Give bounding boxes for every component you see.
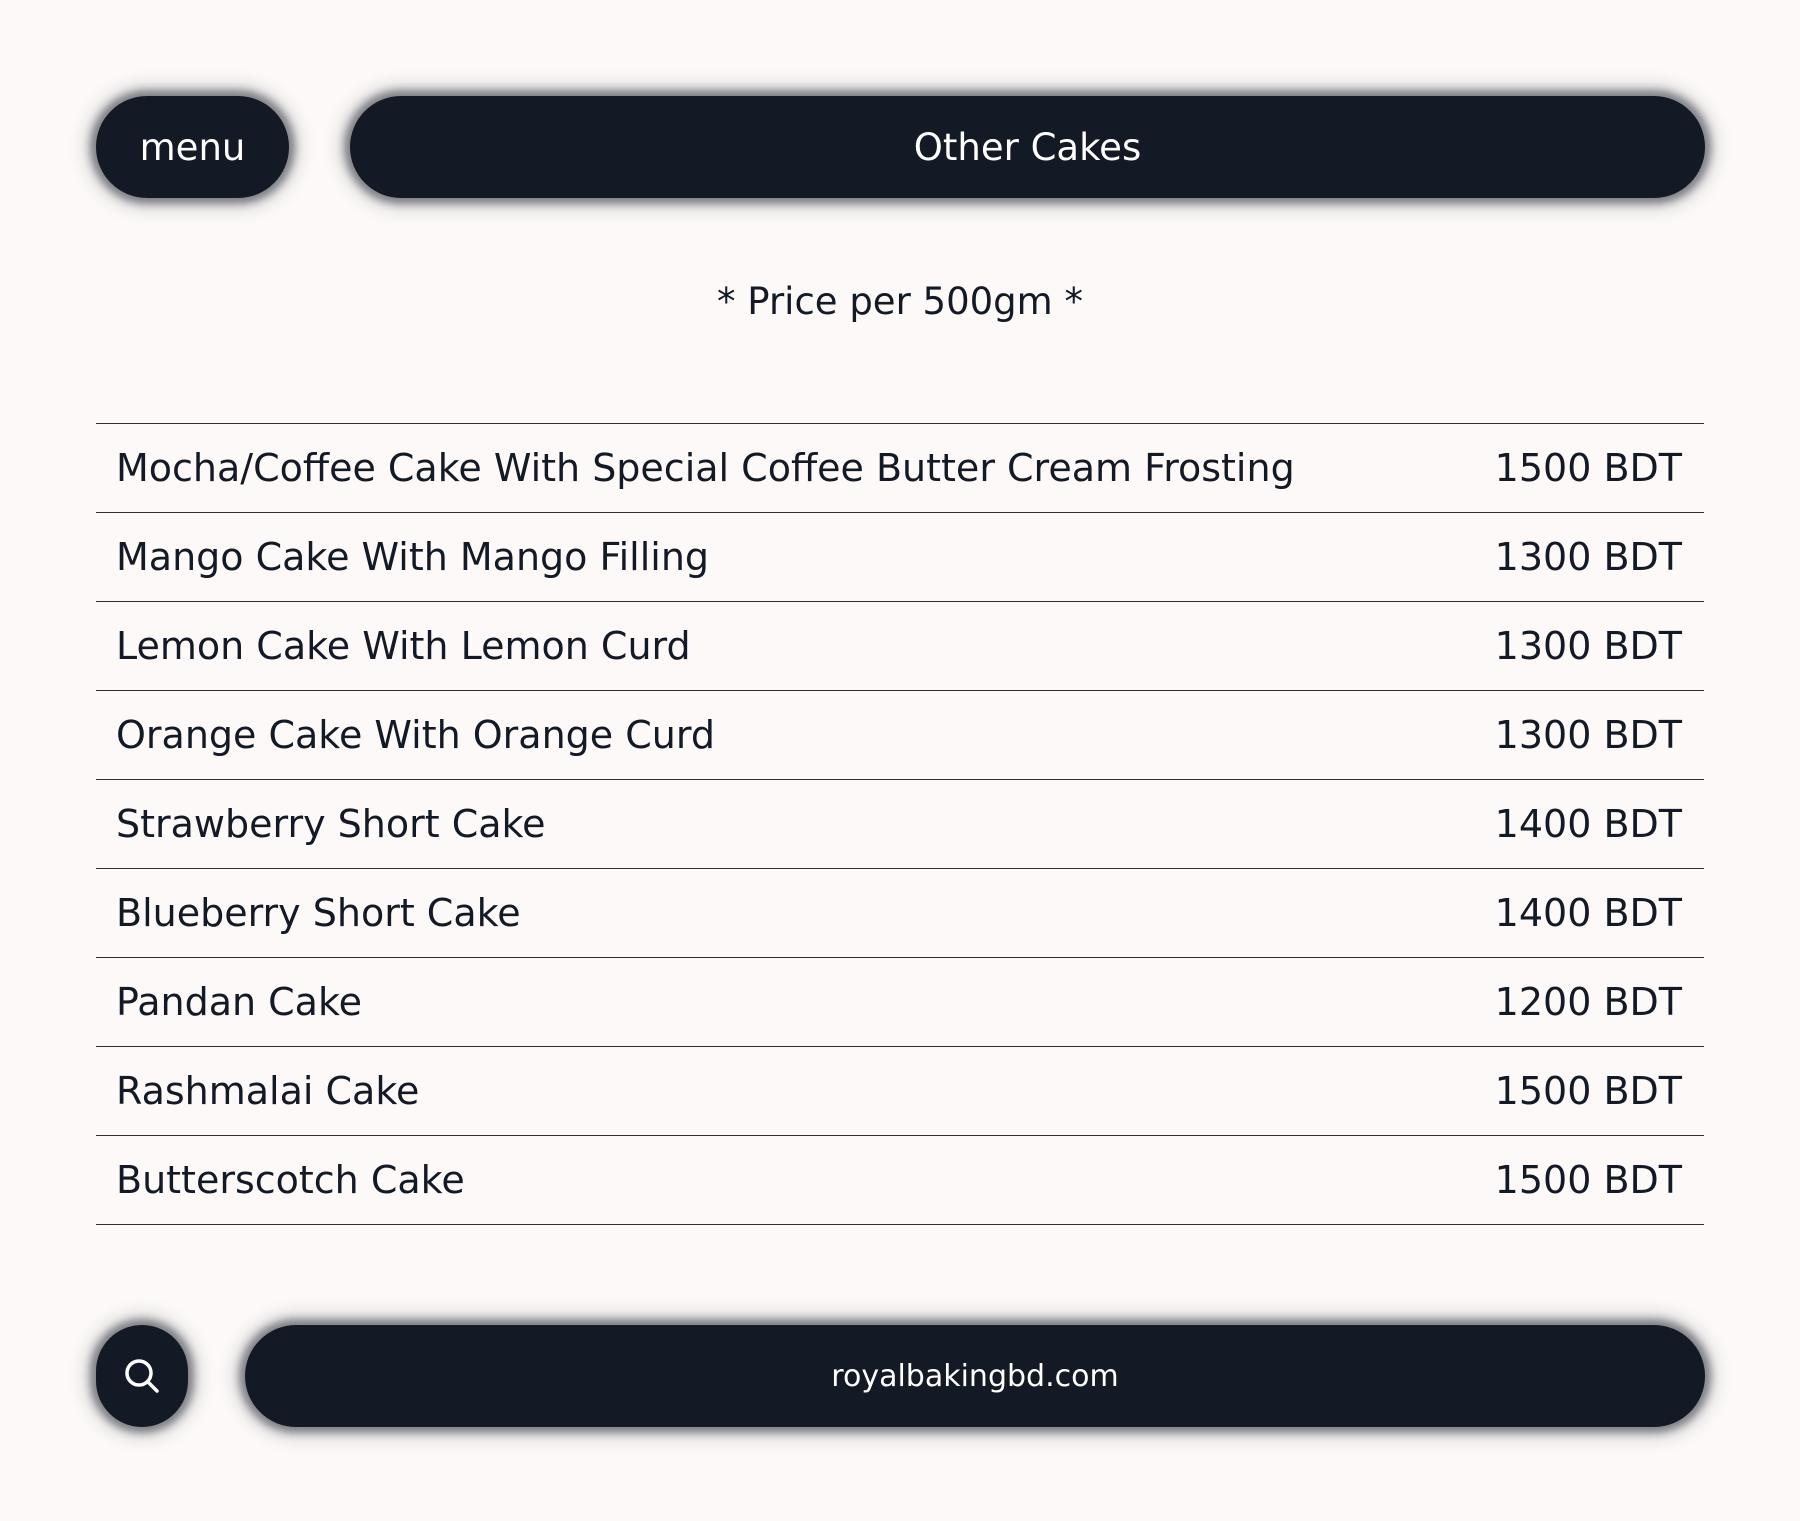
- list-item: Lemon Cake With Lemon Curd 1300 BDT: [96, 602, 1704, 691]
- item-name: Strawberry Short Cake: [116, 802, 546, 846]
- item-name: Lemon Cake With Lemon Curd: [116, 624, 691, 668]
- item-name: Rashmalai Cake: [116, 1069, 420, 1113]
- list-item: Strawberry Short Cake 1400 BDT: [96, 780, 1704, 869]
- item-name: Mango Cake With Mango Filling: [116, 535, 710, 579]
- item-price: 1400 BDT: [1494, 891, 1682, 935]
- item-name: Orange Cake With Orange Curd: [116, 713, 715, 757]
- list-item: Blueberry Short Cake 1400 BDT: [96, 869, 1704, 958]
- item-price: 1200 BDT: [1494, 980, 1682, 1024]
- site-url-bar[interactable]: royalbakingbd.com: [245, 1325, 1705, 1427]
- list-item: Rashmalai Cake 1500 BDT: [96, 1047, 1704, 1136]
- item-price: 1400 BDT: [1494, 802, 1682, 846]
- menu-button[interactable]: menu: [96, 96, 289, 198]
- item-name: Butterscotch Cake: [116, 1158, 465, 1202]
- site-url: royalbakingbd.com: [831, 1358, 1119, 1394]
- item-name: Pandan Cake: [116, 980, 362, 1024]
- item-name: Mocha/Coffee Cake With Special Coffee Bu…: [116, 446, 1295, 490]
- item-price: 1500 BDT: [1494, 1158, 1682, 1202]
- menu-button-label: menu: [139, 125, 246, 169]
- page-title-bar: Other Cakes: [350, 96, 1705, 198]
- price-list: Mocha/Coffee Cake With Special Coffee Bu…: [96, 423, 1704, 1225]
- item-price: 1500 BDT: [1494, 1069, 1682, 1113]
- item-price: 1300 BDT: [1494, 624, 1682, 668]
- price-note: * Price per 500gm *: [717, 280, 1083, 323]
- list-item: Mocha/Coffee Cake With Special Coffee Bu…: [96, 424, 1704, 513]
- item-price: 1300 BDT: [1494, 535, 1682, 579]
- page-title: Other Cakes: [913, 125, 1142, 169]
- item-name: Blueberry Short Cake: [116, 891, 521, 935]
- item-price: 1300 BDT: [1494, 713, 1682, 757]
- search-icon: [125, 1359, 159, 1393]
- search-button[interactable]: [96, 1325, 188, 1427]
- list-item: Butterscotch Cake 1500 BDT: [96, 1136, 1704, 1225]
- list-item: Mango Cake With Mango Filling 1300 BDT: [96, 513, 1704, 602]
- list-item: Pandan Cake 1200 BDT: [96, 958, 1704, 1047]
- list-item: Orange Cake With Orange Curd 1300 BDT: [96, 691, 1704, 780]
- item-price: 1500 BDT: [1494, 446, 1682, 490]
